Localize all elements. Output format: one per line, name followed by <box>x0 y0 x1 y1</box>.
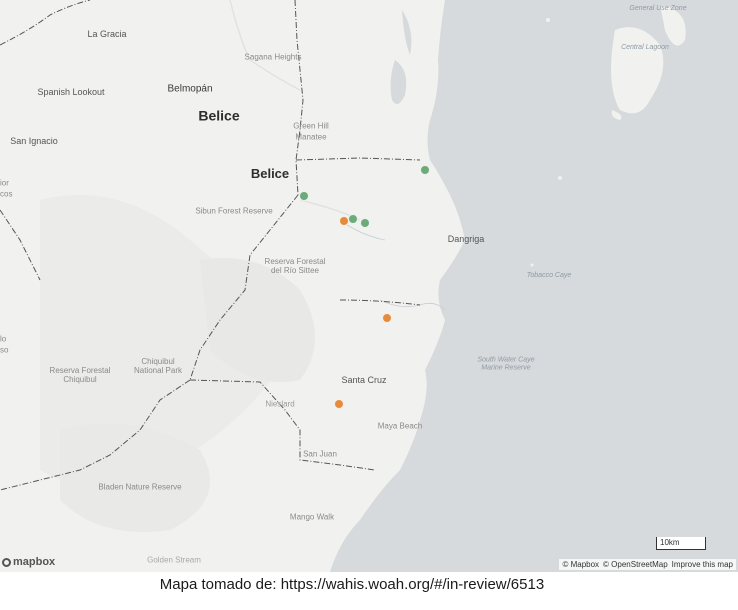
label-edge-4: so <box>0 345 9 355</box>
mapbox-logo-text: mapbox <box>13 556 56 568</box>
label-belice-country: Belice <box>198 107 240 124</box>
label-san-ignacio: San Ignacio <box>10 136 58 147</box>
label-maya-beach: Maya Beach <box>377 421 423 431</box>
label-south-water-caye: South Water Caye Marine Reserve <box>477 356 535 371</box>
improve-map-link[interactable]: Improve this map <box>672 560 733 569</box>
label-belice-district: Belice <box>250 165 290 181</box>
label-general-use-zone: General Use Zone <box>629 5 687 13</box>
label-dangriga: Dangriga <box>447 234 485 245</box>
mapbox-attribution-link[interactable]: © Mapbox <box>562 560 599 569</box>
label-manatee: Manatee <box>295 132 327 142</box>
green-marker-3[interactable] <box>348 214 358 224</box>
label-chiquibul-np: Chiquibul National Park <box>133 357 183 375</box>
label-edge-2: cos <box>0 189 13 199</box>
map[interactable]: La Gracia Sagana Heights Spanish Lookout… <box>0 0 738 572</box>
green-marker-1[interactable] <box>420 165 430 175</box>
orange-marker-2[interactable] <box>382 313 392 323</box>
label-sibun-forest: Sibun Forest Reserve <box>195 206 273 216</box>
label-golden-stream: Golden Stream <box>147 555 201 565</box>
osm-attribution-link[interactable]: © OpenStreetMap <box>603 560 668 569</box>
label-spanish-lookout: Spanish Lookout <box>37 87 105 98</box>
label-bladen: Bladen Nature Reserve <box>98 482 182 492</box>
map-caption: Mapa tomado de: https://wahis.woah.org/#… <box>159 576 545 593</box>
orange-marker-3[interactable] <box>334 399 344 409</box>
label-belmopan: Belmopán <box>167 83 213 95</box>
orange-marker-1[interactable] <box>339 216 349 226</box>
label-central-lagoon: Central Lagoon <box>621 44 669 52</box>
label-green-hill: Green Hill <box>293 121 329 131</box>
label-san-juan: San Juan <box>303 449 337 459</box>
label-edge-3: lo <box>0 334 7 344</box>
green-marker-4[interactable] <box>360 218 370 228</box>
label-edge-1: ior <box>0 178 9 188</box>
label-nieslard: Nieslard <box>265 399 295 409</box>
mapbox-logo[interactable]: mapbox <box>2 556 55 568</box>
label-tobacco-caye: Tobacco Caye <box>526 272 572 280</box>
label-chiquibul-rf: Reserva Forestal Chiquibul <box>49 366 111 384</box>
scale-bar: 10km <box>656 537 706 550</box>
green-marker-2[interactable] <box>299 191 309 201</box>
label-sittee-forest: Reserva Forestal del Río Sittee <box>264 257 326 275</box>
label-mango-walk: Mango Walk <box>289 512 335 522</box>
mapbox-logo-icon <box>2 557 11 567</box>
label-santa-cruz: Santa Cruz <box>341 375 387 386</box>
attribution: © Mapbox © OpenStreetMap Improve this ma… <box>559 559 736 570</box>
label-sagana-heights: Sagana Heights <box>244 52 302 62</box>
label-la-gracia: La Gracia <box>87 29 127 40</box>
